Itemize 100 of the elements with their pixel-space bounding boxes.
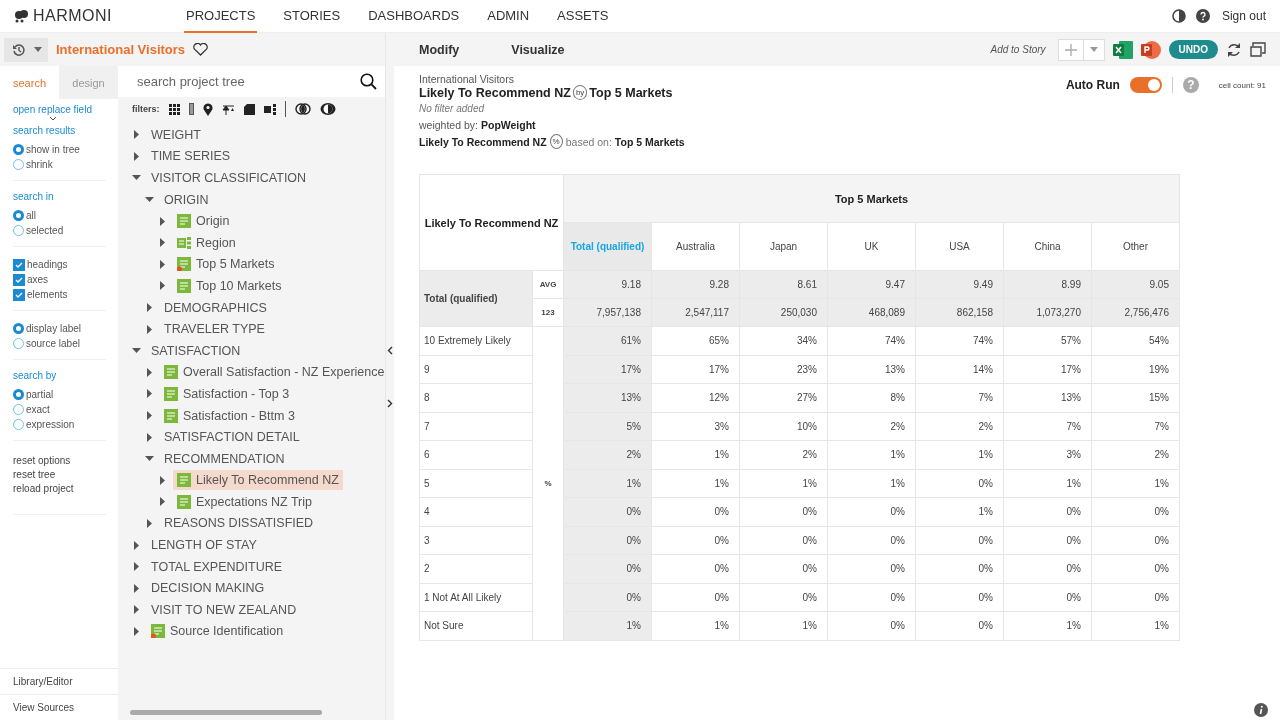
auto-run-toggle[interactable]: [1129, 77, 1162, 93]
collapsed-caret-icon[interactable]: [145, 389, 154, 399]
expanded-caret-icon[interactable]: [145, 195, 154, 205]
tree-item[interactable]: Region: [173, 232, 240, 253]
tree-item[interactable]: VISITOR CLASSIFICATION: [147, 168, 311, 188]
radio-button[interactable]: [13, 323, 24, 334]
column-heading[interactable]: China: [1003, 222, 1092, 271]
radio-button[interactable]: [13, 389, 24, 400]
radio-button[interactable]: [13, 144, 24, 155]
tree-item[interactable]: Top 5 Markets: [173, 254, 279, 275]
expanded-caret-icon[interactable]: [132, 173, 141, 183]
collapsed-caret-icon[interactable]: [145, 519, 154, 528]
info-icon[interactable]: [1254, 703, 1268, 717]
presentation-icon[interactable]: [1140, 40, 1161, 59]
undo-button[interactable]: UNDO: [1168, 40, 1218, 59]
scale-filter-icon[interactable]: [221, 103, 235, 115]
collapsed-caret-icon[interactable]: [145, 432, 154, 442]
chevron-left-icon[interactable]: [387, 345, 393, 355]
history-button[interactable]: [4, 37, 48, 62]
collapsed-caret-icon[interactable]: [145, 303, 154, 313]
collapsed-caret-icon[interactable]: [145, 324, 154, 334]
tree-item[interactable]: SATISFACTION DETAIL: [160, 427, 304, 448]
tree-item[interactable]: TIME SERIES: [147, 146, 235, 167]
collapsed-caret-icon[interactable]: [132, 562, 141, 572]
heart-icon[interactable]: [193, 43, 209, 56]
column-filter-icon[interactable]: [188, 103, 194, 115]
collapsed-caret-icon[interactable]: [158, 281, 167, 291]
search-bar[interactable]: search project tree: [118, 66, 385, 97]
search-icon[interactable]: [360, 73, 377, 90]
tree-item[interactable]: Expectations NZ Trip: [173, 491, 316, 512]
expanded-caret-icon[interactable]: [132, 346, 141, 356]
open-replace-field-link[interactable]: open replace field: [13, 104, 106, 115]
checkbox[interactable]: [13, 273, 25, 286]
collapsed-caret-icon[interactable]: [132, 583, 141, 593]
tree-item[interactable]: Top 10 Markets: [173, 275, 286, 296]
radio-button[interactable]: [13, 210, 24, 221]
collapsed-caret-icon[interactable]: [158, 259, 167, 269]
tree-item[interactable]: REASONS DISSATISFIED: [160, 513, 318, 534]
collapsed-caret-icon[interactable]: [132, 626, 141, 636]
collapsed-caret-icon[interactable]: [145, 411, 154, 420]
overlap-filter-icon[interactable]: [294, 103, 311, 115]
tree-item[interactable]: RECOMMENDATION: [160, 448, 289, 469]
tree-item[interactable]: VISIT TO NEW ZEALAND: [147, 599, 301, 620]
tree-item[interactable]: Source Identification: [147, 621, 288, 642]
tree-item[interactable]: SATISFACTION: [147, 340, 245, 361]
tree-item[interactable]: Likely To Recommend NZ: [173, 470, 343, 491]
tree-item[interactable]: Origin: [173, 211, 234, 232]
sign-out-link[interactable]: Sign out: [1221, 9, 1266, 23]
tree-item[interactable]: TOTAL EXPENDITURE: [147, 556, 287, 577]
nav-tab[interactable]: STORIES: [281, 0, 343, 33]
present-icon[interactable]: [1250, 42, 1266, 57]
tag-filter-icon[interactable]: [243, 103, 255, 115]
nav-tab[interactable]: ADMIN: [485, 0, 532, 33]
grid-filter-icon[interactable]: [168, 103, 180, 115]
table-cell: 2,756,476: [1091, 298, 1180, 327]
help-icon[interactable]: [1195, 9, 1210, 23]
contrast-icon[interactable]: [1171, 9, 1186, 23]
chevron-right-icon[interactable]: [387, 398, 393, 408]
column-heading[interactable]: USA: [915, 222, 1004, 271]
nav-tab[interactable]: ASSETS: [555, 0, 611, 33]
collapsed-caret-icon[interactable]: [145, 367, 154, 377]
collapsed-caret-icon[interactable]: [158, 497, 167, 507]
search-field[interactable]: search project tree: [135, 73, 360, 90]
column-heading[interactable]: Australia: [651, 222, 740, 271]
pin-filter-icon[interactable]: [202, 102, 213, 116]
collapsed-caret-icon[interactable]: [132, 151, 141, 161]
toolbar-tab[interactable]: Visualize: [511, 42, 565, 57]
column-heading[interactable]: UK: [827, 222, 916, 271]
column-heading[interactable]: Japan: [739, 222, 828, 271]
column-heading[interactable]: Other: [1091, 222, 1180, 271]
row-label: 2: [419, 554, 533, 583]
tree-item[interactable]: LENGTH OF STAY: [147, 535, 261, 556]
collapsed-caret-icon[interactable]: [132, 605, 141, 615]
tree-item[interactable]: WEIGHT: [147, 124, 205, 145]
checkbox[interactable]: [13, 258, 25, 271]
tree-item[interactable]: TRAVELER TYPE: [160, 319, 269, 340]
tree-item[interactable]: DEMOGRAPHICS: [160, 297, 271, 318]
nav-tab[interactable]: DASHBOARDS: [366, 0, 462, 33]
chevron-down-icon[interactable]: [49, 116, 57, 121]
contrast-filter-icon[interactable]: [319, 103, 336, 115]
hierarchy-filter-icon[interactable]: [263, 103, 276, 115]
row-label: 5: [419, 469, 533, 498]
checkbox[interactable]: [13, 288, 25, 301]
tree-item[interactable]: Satisfaction - Bttm 3: [160, 405, 299, 426]
collapsed-caret-icon[interactable]: [158, 238, 167, 248]
refresh-icon[interactable]: [1226, 41, 1242, 58]
action-link[interactable]: reload project: [13, 483, 106, 494]
tree-item[interactable]: ORIGIN: [160, 189, 213, 210]
tree-item[interactable]: Overall Satisfaction - NZ Experience: [160, 362, 389, 383]
collapsed-caret-icon[interactable]: [132, 130, 141, 140]
collapsed-caret-icon[interactable]: [158, 475, 167, 485]
toolbar-tab[interactable]: Modify: [419, 42, 460, 57]
tree-item[interactable]: Satisfaction - Top 3: [160, 383, 294, 404]
collapsed-caret-icon[interactable]: [132, 540, 141, 550]
tree-item[interactable]: DECISION MAKING: [147, 578, 269, 599]
expanded-caret-icon[interactable]: [145, 454, 154, 464]
action-link[interactable]: reset tree: [13, 469, 106, 480]
collapsed-caret-icon[interactable]: [158, 216, 167, 226]
spreadsheet-icon[interactable]: [1112, 40, 1133, 59]
action-link[interactable]: reset options: [13, 455, 106, 466]
